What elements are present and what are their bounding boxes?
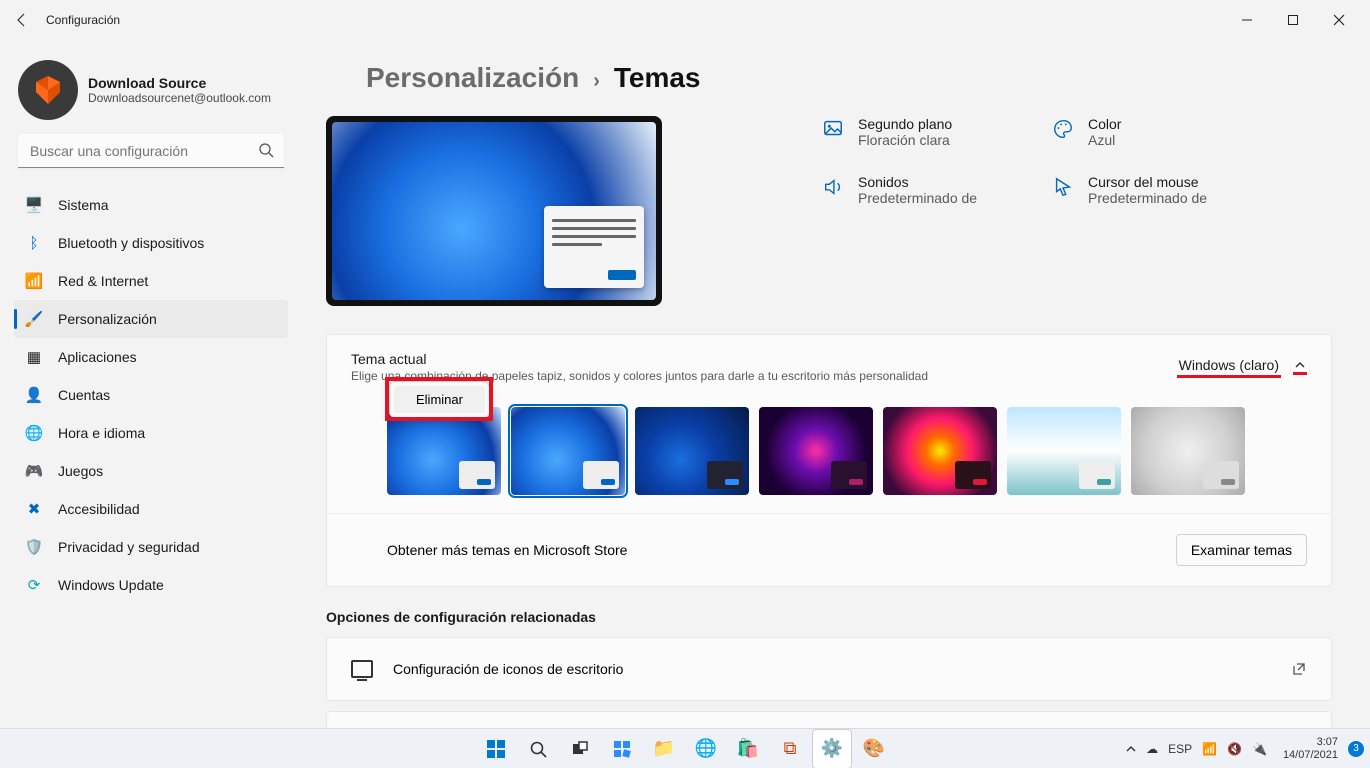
notification-badge[interactable]: 3 xyxy=(1348,741,1364,757)
taskbar-settings[interactable]: ⚙️ xyxy=(812,729,852,768)
related-heading: Opciones de configuración relacionadas xyxy=(326,609,1332,625)
start-button[interactable] xyxy=(476,729,516,768)
tray-chevron-icon[interactable] xyxy=(1126,744,1136,754)
context-delete[interactable]: Eliminar xyxy=(394,386,485,413)
back-button[interactable] xyxy=(8,6,36,34)
tray-language[interactable]: ESP xyxy=(1168,742,1192,756)
prop-background[interactable]: Segundo planoFloración clara xyxy=(822,116,1022,148)
bluetooth-icon: ᛒ xyxy=(24,233,44,253)
maximize-button[interactable] xyxy=(1270,4,1316,36)
nav-bluetooth[interactable]: ᛒBluetooth y dispositivos xyxy=(14,224,288,262)
chevron-up-icon xyxy=(1293,361,1307,375)
chevron-right-icon: › xyxy=(593,70,600,93)
taskbar-office[interactable]: ⧉ xyxy=(770,729,810,768)
nav-system[interactable]: 🖥️Sistema xyxy=(14,186,288,224)
palette-icon xyxy=(1052,118,1074,140)
prop-color[interactable]: ColorAzul xyxy=(1052,116,1252,148)
monitor-icon: 🖥️ xyxy=(24,195,44,215)
nav-privacy[interactable]: 🛡️Privacidad y seguridad xyxy=(14,528,288,566)
search-icon xyxy=(258,142,274,158)
taskbar-widgets[interactable] xyxy=(602,729,642,768)
cursor-icon xyxy=(1052,176,1074,198)
nav-time[interactable]: 🌐Hora e idioma xyxy=(14,414,288,452)
breadcrumb: Personalización › Temas xyxy=(366,62,1332,94)
tray-wifi-icon[interactable]: 📶 xyxy=(1202,742,1217,756)
image-icon xyxy=(822,118,844,140)
avatar xyxy=(18,60,78,120)
update-icon: ⟳ xyxy=(24,575,44,595)
taskbar-search[interactable] xyxy=(518,729,558,768)
theme-option-6[interactable] xyxy=(1007,407,1121,495)
search-box[interactable] xyxy=(18,134,284,168)
theme-list: Eliminar xyxy=(327,391,1331,513)
store-row: Obtener más temas en Microsoft Store Exa… xyxy=(327,514,1331,586)
theme-selector-expander[interactable]: Windows (claro) xyxy=(1177,351,1307,378)
sidebar: Download Source Downloadsourcenet@outloo… xyxy=(0,40,298,728)
theme-option-5[interactable] xyxy=(883,407,997,495)
taskbar-center: 📁 🌐 🛍️ ⧉ ⚙️ 🎨 xyxy=(476,729,894,768)
nav-list: 🖥️Sistema ᛒBluetooth y dispositivos 📶Red… xyxy=(14,186,288,604)
browse-themes-button[interactable]: Examinar temas xyxy=(1176,534,1307,566)
theme-option-1[interactable] xyxy=(387,407,501,495)
system-tray[interactable]: ☁ ESP 📶 🔇 🔌 3:07 14/07/2021 3 xyxy=(1126,736,1364,761)
prop-sounds[interactable]: SonidosPredeterminado de xyxy=(822,174,1022,206)
store-text: Obtener más temas en Microsoft Store xyxy=(387,542,1176,558)
desktop-icon xyxy=(351,660,373,678)
sound-icon xyxy=(822,176,844,198)
theme-option-7[interactable] xyxy=(1131,407,1245,495)
accessibility-icon: ✖ xyxy=(24,499,44,519)
person-icon: 👤 xyxy=(24,385,44,405)
nav-network[interactable]: 📶Red & Internet xyxy=(14,262,288,300)
theme-option-4[interactable] xyxy=(759,407,873,495)
card-title: Tema actual xyxy=(351,351,1177,367)
desktop-icons-card[interactable]: Configuración de iconos de escritorio xyxy=(326,637,1332,701)
taskbar-paint[interactable]: 🎨 xyxy=(854,729,894,768)
nav-apps[interactable]: ▦Aplicaciones xyxy=(14,338,288,376)
taskbar-taskview[interactable] xyxy=(560,729,600,768)
wifi-icon: 📶 xyxy=(24,271,44,291)
brush-icon: 🖌️ xyxy=(24,309,44,329)
main-panel: Personalización › Temas Segu xyxy=(298,40,1370,728)
nav-accessibility[interactable]: ✖Accesibilidad xyxy=(14,490,288,528)
open-external-icon xyxy=(1291,661,1307,677)
tray-power-icon[interactable]: 🔌 xyxy=(1252,742,1267,756)
close-button[interactable] xyxy=(1316,4,1362,36)
profile-name: Download Source xyxy=(88,75,271,91)
globe-icon: 🌐 xyxy=(24,423,44,443)
theme-option-2[interactable] xyxy=(511,407,625,495)
taskbar-explorer[interactable]: 📁 xyxy=(644,729,684,768)
theme-preview xyxy=(326,116,662,306)
current-theme-card: Tema actual Elige una combinación de pap… xyxy=(326,334,1332,587)
taskbar-edge[interactable]: 🌐 xyxy=(686,729,726,768)
preview-window xyxy=(544,206,644,288)
breadcrumb-current: Temas xyxy=(614,62,701,94)
titlebar: Configuración xyxy=(0,0,1370,40)
nav-personalization[interactable]: 🖌️Personalización xyxy=(14,300,288,338)
breadcrumb-parent[interactable]: Personalización xyxy=(366,62,579,94)
prop-cursor[interactable]: Cursor del mousePredeterminado de xyxy=(1052,174,1252,206)
next-card-peek[interactable] xyxy=(326,711,1332,728)
gamepad-icon: 🎮 xyxy=(24,461,44,481)
nav-gaming[interactable]: 🎮Juegos xyxy=(14,452,288,490)
shield-icon: 🛡️ xyxy=(24,537,44,557)
taskbar[interactable]: 📁 🌐 🛍️ ⧉ ⚙️ 🎨 ☁ ESP 📶 🔇 🔌 3:07 14/07/202… xyxy=(0,728,1370,768)
selected-theme-label: Windows (claro) xyxy=(1177,357,1281,378)
theme-properties: Segundo planoFloración clara ColorAzul S… xyxy=(822,116,1252,306)
profile-block[interactable]: Download Source Downloadsourcenet@outloo… xyxy=(14,60,288,120)
apps-icon: ▦ xyxy=(24,347,44,367)
theme-option-3[interactable] xyxy=(635,407,749,495)
nav-accounts[interactable]: 👤Cuentas xyxy=(14,376,288,414)
window-title: Configuración xyxy=(46,13,120,27)
search-input[interactable] xyxy=(18,134,284,168)
minimize-button[interactable] xyxy=(1224,4,1270,36)
tray-clock[interactable]: 3:07 14/07/2021 xyxy=(1283,736,1338,761)
tray-onedrive-icon[interactable]: ☁ xyxy=(1146,742,1158,756)
context-menu[interactable]: Eliminar xyxy=(389,381,490,418)
profile-email: Downloadsourcenet@outlook.com xyxy=(88,91,271,105)
desktop-icons-label: Configuración de iconos de escritorio xyxy=(393,661,1271,677)
taskbar-store[interactable]: 🛍️ xyxy=(728,729,768,768)
tray-volume-icon[interactable]: 🔇 xyxy=(1227,742,1242,756)
nav-update[interactable]: ⟳Windows Update xyxy=(14,566,288,604)
